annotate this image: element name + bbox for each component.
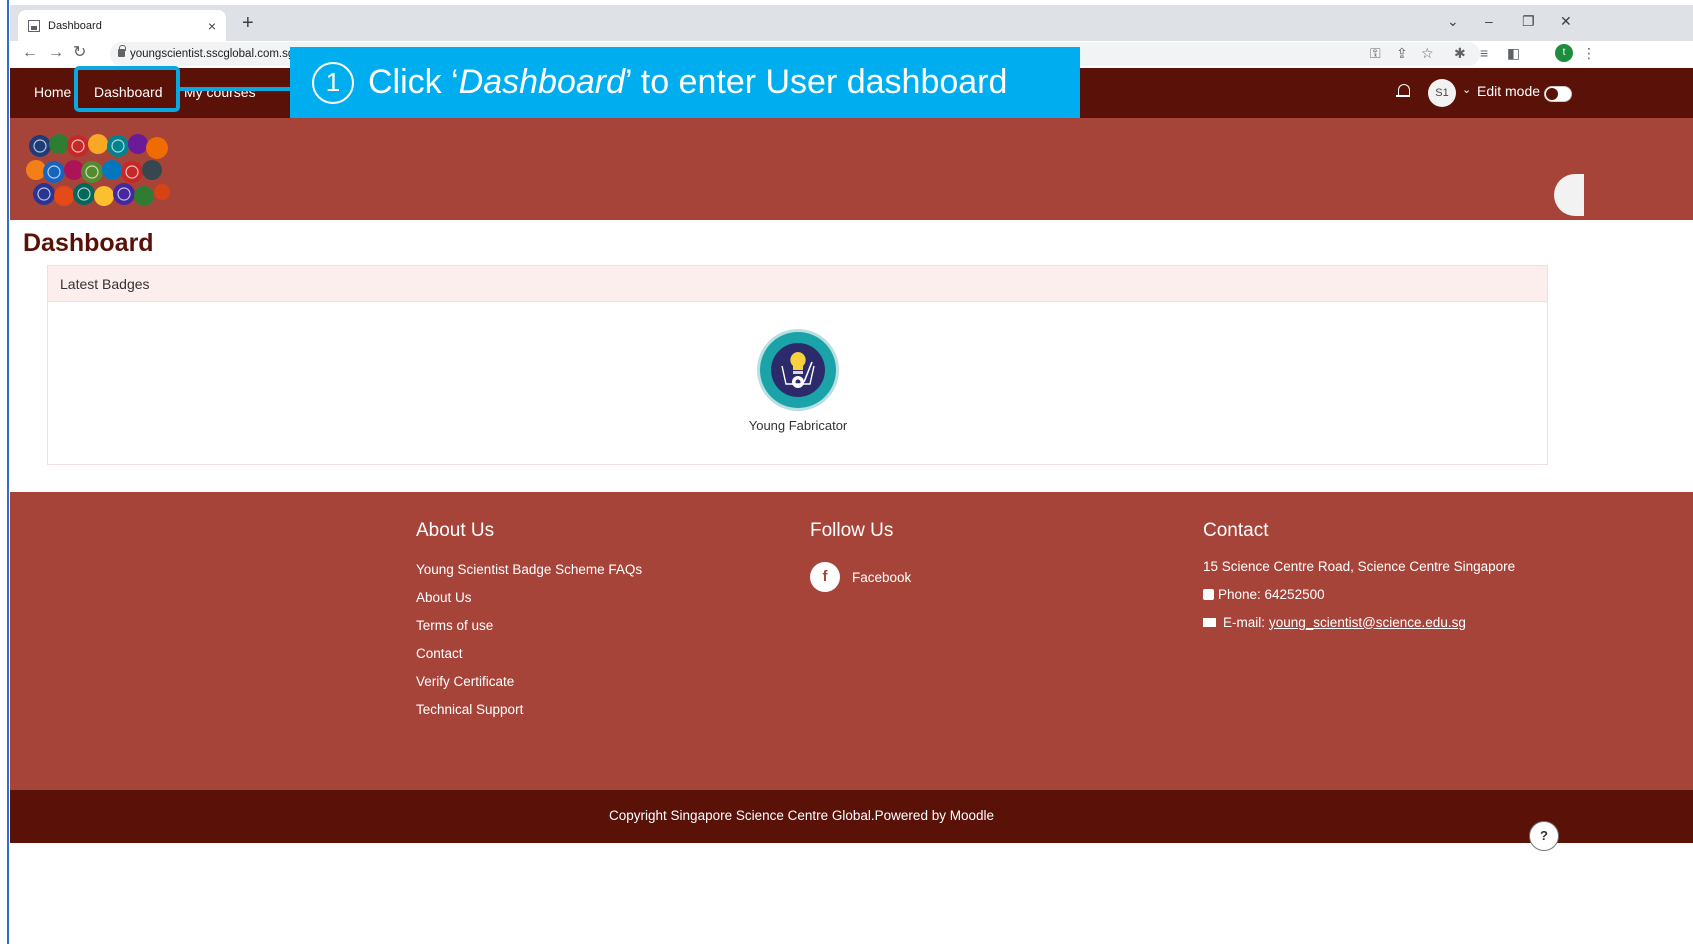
footer-contact-heading: Contact bbox=[1203, 520, 1269, 541]
side-panel-icon[interactable]: ◧ bbox=[1507, 44, 1520, 62]
mail-icon bbox=[1203, 617, 1216, 627]
footer-link-technical-support[interactable]: Technical Support bbox=[416, 702, 642, 718]
latest-badges-block: Latest Badges Young Fabricator bbox=[47, 265, 1548, 465]
footer-about-column: About Us Young Scientist Badge Scheme FA… bbox=[416, 520, 642, 730]
badge-collage-logo[interactable] bbox=[26, 132, 171, 210]
latest-badges-heading: Latest Badges bbox=[48, 266, 1547, 302]
browser-tab-title: Dashboard bbox=[48, 19, 102, 32]
lock-icon bbox=[118, 45, 126, 57]
footer-link-about-us[interactable]: About Us bbox=[416, 590, 642, 606]
footer-contact-column: Contact 15 Science Centre Road, Science … bbox=[1203, 520, 1515, 642]
footer-link-verify-certificate[interactable]: Verify Certificate bbox=[416, 674, 642, 690]
site-banner bbox=[10, 118, 1693, 220]
badge-name[interactable]: Young Fabricator bbox=[698, 418, 898, 433]
footer-link-terms[interactable]: Terms of use bbox=[416, 618, 642, 634]
tab-search-icon[interactable]: ⌄ bbox=[1447, 13, 1459, 30]
footer-about-heading: About Us bbox=[416, 520, 495, 541]
profile-avatar[interactable]: t bbox=[1555, 44, 1573, 62]
young-fabricator-badge-icon[interactable] bbox=[756, 328, 840, 412]
browser-tabstrip: Dashboard × + ⌄ – ❐ ✕ bbox=[10, 5, 1693, 41]
contact-email-link[interactable]: young_scientist@science.edu.sg bbox=[1269, 615, 1466, 630]
footer-follow-column: Follow Us f Facebook bbox=[810, 520, 911, 592]
tab-close-icon[interactable]: × bbox=[208, 18, 216, 34]
step-number: 1 bbox=[312, 61, 354, 104]
page-favicon-icon bbox=[28, 19, 40, 32]
extensions-puzzle-icon[interactable]: ✱ bbox=[1454, 44, 1466, 62]
instruction-callout: 1 Click ‘Dashboard’ to enter User dashbo… bbox=[290, 47, 1080, 118]
forward-arrow-icon[interactable]: → bbox=[48, 43, 64, 63]
new-tab-button[interactable]: + bbox=[242, 13, 254, 33]
contact-phone-text: Phone: 64252500 bbox=[1218, 586, 1325, 602]
drawer-toggle-handle[interactable] bbox=[1554, 174, 1584, 216]
footer-link-contact[interactable]: Contact bbox=[416, 646, 642, 662]
facebook-label: Facebook bbox=[852, 569, 912, 585]
contact-email-label: E-mail: bbox=[1223, 614, 1266, 630]
chevron-down-icon[interactable]: ⌄ bbox=[1462, 83, 1471, 96]
share-icon[interactable]: ⇪ bbox=[1396, 44, 1408, 62]
bookmark-star-icon[interactable]: ☆ bbox=[1421, 44, 1434, 62]
url-text: youngscientist.sscglobal.com.sg/ bbox=[130, 48, 298, 60]
notifications-bell-icon[interactable] bbox=[1396, 84, 1410, 100]
contact-phone: Phone: 64252500 bbox=[1203, 586, 1515, 602]
dashboard-highlight-box bbox=[74, 66, 180, 112]
reload-icon[interactable]: ↻ bbox=[73, 43, 86, 63]
help-button[interactable]: ? bbox=[1529, 821, 1559, 851]
callout-connector bbox=[180, 87, 292, 91]
browser-menu-icon[interactable]: ⋮ bbox=[1582, 44, 1596, 62]
password-key-icon[interactable]: ⚿ bbox=[1370, 44, 1381, 62]
window-left-edge bbox=[0, 0, 9, 944]
user-avatar[interactable]: S1 bbox=[1428, 79, 1456, 107]
footer-follow-heading: Follow Us bbox=[810, 520, 894, 541]
phone-icon bbox=[1203, 588, 1214, 600]
copyright-bar: Copyright Singapore Science Centre Globa… bbox=[10, 790, 1693, 843]
facebook-link[interactable]: f Facebook bbox=[810, 562, 911, 592]
reading-list-icon[interactable]: ≡ bbox=[1480, 44, 1488, 62]
page-title: Dashboard bbox=[23, 229, 154, 257]
restore-button[interactable]: ❐ bbox=[1522, 13, 1535, 30]
instruction-text: Click ‘Dashboard’ to enter User dashboar… bbox=[368, 63, 1008, 101]
footer-link-faqs[interactable]: Young Scientist Badge Scheme FAQs bbox=[416, 562, 642, 578]
site-footer: About Us Young Scientist Badge Scheme FA… bbox=[10, 492, 1693, 790]
contact-address: 15 Science Centre Road, Science Centre S… bbox=[1203, 558, 1516, 574]
browser-tab[interactable]: Dashboard × bbox=[18, 10, 226, 41]
facebook-icon: f bbox=[810, 562, 840, 592]
nav-home[interactable]: Home bbox=[34, 84, 71, 100]
edit-mode-label: Edit mode bbox=[1477, 83, 1541, 99]
close-window-button[interactable]: ✕ bbox=[1560, 13, 1572, 30]
back-arrow-icon[interactable]: ← bbox=[22, 43, 38, 63]
edit-mode-toggle[interactable] bbox=[1544, 86, 1572, 102]
minimize-button[interactable]: – bbox=[1485, 13, 1493, 29]
contact-email: E-mail: young_scientist@science.edu.sg bbox=[1203, 614, 1515, 630]
copyright-text: Copyright Singapore Science Centre Globa… bbox=[609, 808, 994, 823]
